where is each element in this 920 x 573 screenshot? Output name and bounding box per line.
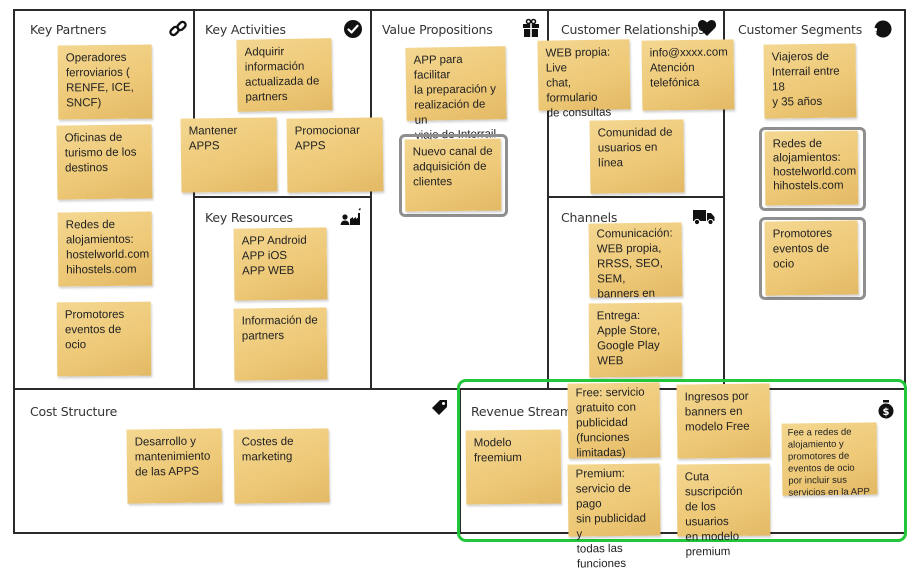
sticky-note: Modelo freemium — [465, 429, 562, 505]
sticky-note: Premium: servicio de pago sin publicidad… — [567, 463, 661, 571]
person-head-icon — [873, 20, 892, 38]
heart-icon — [697, 20, 717, 36]
factory-worker-icon — [340, 208, 361, 225]
sticky-note: Operadores ferroviarios ( RENFE, ICE, SN… — [57, 44, 153, 120]
sticky-note: Comunicación: WEB propia, RRSS, SEO, SEM… — [588, 222, 683, 331]
sticky-note: Mantener APPS — [180, 117, 278, 193]
sticky-note: info@xxxx.com Atención telefónica — [641, 39, 735, 111]
sticky-note: WEB propia: Live chat, formulario de con… — [537, 39, 631, 120]
divider — [370, 9, 372, 390]
section-title: Key Resources — [205, 210, 293, 225]
section-title: Key Partners — [30, 22, 107, 37]
sticky-note: Adquirir información actualizada de part… — [236, 38, 333, 112]
sticky-note: Oficinas de turismo de los destinos — [56, 124, 153, 200]
sticky-note: Redes de alojamientos: hostelworld.com h… — [57, 211, 153, 287]
checkmark-circle-icon — [344, 20, 362, 38]
sticky-note: Desarrollo y mantenimiento de las APPS — [126, 428, 223, 504]
gift-icon — [523, 18, 539, 37]
sticky-note: APP para facilitar la preparación y real… — [405, 46, 507, 142]
divider — [193, 9, 195, 390]
sticky-note: Promotores eventos de ocio — [764, 220, 859, 296]
divider — [547, 196, 724, 198]
link-icon — [169, 20, 187, 37]
section-title: Revenue Streams — [471, 404, 579, 419]
svg-text:$: $ — [883, 407, 890, 418]
sticky-note: Entrega: Apple Store, Google Play WEB — [588, 302, 683, 378]
sticky-note: Nuevo canal de adquisición de clientes — [404, 138, 502, 212]
sticky-note: Viajeros de Interrail entre 18 y 35 años — [763, 43, 857, 119]
sticky-note: Promocionar APPS — [286, 117, 384, 193]
sticky-note: Comunidad de usuarios en línea — [589, 119, 685, 194]
price-tag-icon — [432, 400, 447, 415]
money-bag-icon: $ — [878, 400, 894, 419]
section-title: Value Propositions — [382, 22, 493, 37]
sticky-note: Costes de marketing — [233, 428, 330, 504]
sticky-note: Redes de alojamientos: hostelworld.com h… — [764, 130, 859, 206]
section-title: Customer Segments — [738, 22, 863, 37]
sticky-note: Información de partners — [233, 307, 328, 381]
sticky-note: Fee a redes de alojamiento y promotores … — [781, 422, 878, 499]
section-title: Cost Structure — [30, 404, 118, 419]
divider — [193, 196, 371, 198]
sticky-note: Cuta suscripción de los usuarios en mode… — [676, 463, 771, 558]
sticky-note: Ingresos por banners en modelo Free — [676, 383, 771, 459]
sticky-note: Free: servicio gratuito con publicidad (… — [567, 382, 661, 460]
section-title: Key Activities — [205, 22, 286, 37]
sticky-note: APP Android APP iOS APP WEB — [233, 227, 328, 301]
section-title: Customer Relationships — [561, 22, 705, 37]
sticky-note: Promotores eventos de ocio — [56, 301, 152, 377]
truck-icon — [693, 210, 715, 226]
